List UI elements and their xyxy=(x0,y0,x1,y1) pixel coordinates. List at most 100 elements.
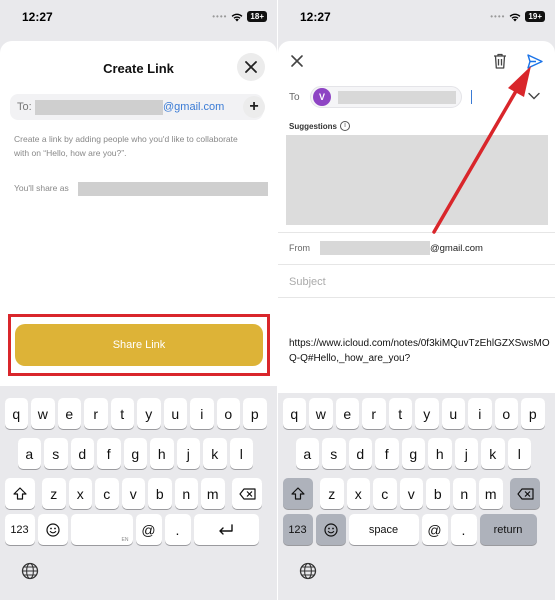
plus-icon: + xyxy=(249,98,259,115)
mail-compose-screen: 12:27 •••• 19+ To V Suggestions i From @… xyxy=(278,0,555,600)
key-t[interactable]: t xyxy=(110,398,134,429)
sender-email-suffix: @gmail.com xyxy=(430,243,483,254)
key-b[interactable]: b xyxy=(148,478,172,509)
key-z[interactable]: z xyxy=(42,478,66,509)
space-key[interactable]: EN xyxy=(70,514,133,545)
key-p[interactable]: p xyxy=(243,398,267,429)
key-d[interactable]: d xyxy=(70,438,94,469)
key-c[interactable]: c xyxy=(373,478,397,509)
keyboard: qwertyuiop asdfghjkl zxcvbnm 123 space @… xyxy=(278,393,555,600)
at-key[interactable]: @ xyxy=(135,514,162,545)
key-l[interactable]: l xyxy=(507,438,531,469)
backspace-key[interactable] xyxy=(510,478,540,509)
key-y[interactable]: y xyxy=(137,398,161,429)
add-person-button[interactable]: + xyxy=(243,96,265,118)
key-x[interactable]: x xyxy=(346,478,370,509)
backspace-icon xyxy=(238,487,256,500)
key-q[interactable]: q xyxy=(4,398,28,429)
globe-icon[interactable] xyxy=(21,562,39,580)
key-y[interactable]: y xyxy=(415,398,439,429)
key-o[interactable]: o xyxy=(494,398,518,429)
key-w[interactable]: w xyxy=(309,398,333,429)
key-j[interactable]: j xyxy=(454,438,478,469)
key-h[interactable]: h xyxy=(428,438,452,469)
key-i[interactable]: i xyxy=(468,398,492,429)
dot-key[interactable]: . xyxy=(164,514,191,545)
shift-icon xyxy=(12,487,27,500)
space-key[interactable]: space xyxy=(348,514,419,545)
keyboard: qwertyuiop asdfghjkl zxcvbnm 123 EN @ . xyxy=(0,386,277,600)
key-r[interactable]: r xyxy=(362,398,386,429)
emoji-key[interactable] xyxy=(315,514,346,545)
subject-field[interactable]: Subject xyxy=(289,276,326,288)
at-key[interactable]: @ xyxy=(421,514,448,545)
suggestions-list xyxy=(286,135,548,225)
trash-icon[interactable] xyxy=(493,53,507,69)
key-r[interactable]: r xyxy=(84,398,108,429)
key-d[interactable]: d xyxy=(348,438,372,469)
key-g[interactable]: g xyxy=(401,438,425,469)
key-x[interactable]: x xyxy=(68,478,92,509)
key-f[interactable]: f xyxy=(97,438,121,469)
globe-icon[interactable] xyxy=(299,562,317,580)
key-f[interactable]: f xyxy=(375,438,399,469)
close-icon[interactable] xyxy=(290,54,304,68)
redacted-sender xyxy=(320,241,430,255)
key-u[interactable]: u xyxy=(163,398,187,429)
signal-icon: •••• xyxy=(490,12,506,21)
signal-icon: •••• xyxy=(212,12,228,21)
wifi-icon xyxy=(232,13,243,21)
key-e[interactable]: e xyxy=(57,398,81,429)
shift-key[interactable] xyxy=(282,478,313,509)
backspace-icon xyxy=(516,487,534,500)
key-s[interactable]: s xyxy=(44,438,68,469)
text-cursor xyxy=(471,90,472,104)
share-link-button[interactable]: Share Link xyxy=(15,324,263,366)
key-u[interactable]: u xyxy=(441,398,465,429)
key-s[interactable]: s xyxy=(322,438,346,469)
key-g[interactable]: g xyxy=(123,438,147,469)
emoji-key[interactable] xyxy=(37,514,68,545)
key-q[interactable]: q xyxy=(282,398,306,429)
key-j[interactable]: j xyxy=(176,438,200,469)
key-z[interactable]: z xyxy=(320,478,344,509)
chevron-down-icon[interactable] xyxy=(528,92,540,100)
numbers-key[interactable]: 123 xyxy=(4,514,35,545)
key-n[interactable]: n xyxy=(174,478,198,509)
dot-key[interactable]: . xyxy=(450,514,477,545)
key-b[interactable]: b xyxy=(426,478,450,509)
key-p[interactable]: p xyxy=(521,398,545,429)
send-icon[interactable] xyxy=(527,54,543,69)
return-key[interactable] xyxy=(193,514,259,545)
key-v[interactable]: v xyxy=(121,478,145,509)
message-body[interactable]: https://www.icloud.com/notes/0f3kiMQuvTz… xyxy=(289,336,551,366)
key-o[interactable]: o xyxy=(216,398,240,429)
key-l[interactable]: l xyxy=(229,438,253,469)
key-m[interactable]: m xyxy=(201,478,225,509)
key-a[interactable]: a xyxy=(295,438,319,469)
key-n[interactable]: n xyxy=(452,478,476,509)
key-v[interactable]: v xyxy=(399,478,423,509)
key-a[interactable]: a xyxy=(17,438,41,469)
backspace-key[interactable] xyxy=(232,478,262,509)
to-field[interactable]: To: @gmail.com xyxy=(10,94,263,120)
redacted-recipient xyxy=(35,100,163,115)
key-c[interactable]: c xyxy=(95,478,119,509)
key-t[interactable]: t xyxy=(388,398,412,429)
key-w[interactable]: w xyxy=(31,398,55,429)
shift-key[interactable] xyxy=(4,478,35,509)
status-time: 12:27 xyxy=(22,10,53,24)
key-h[interactable]: h xyxy=(150,438,174,469)
key-k[interactable]: k xyxy=(203,438,227,469)
from-label: From xyxy=(289,243,310,253)
info-icon[interactable]: i xyxy=(340,121,350,131)
numbers-key[interactable]: 123 xyxy=(282,514,313,545)
separator xyxy=(278,264,555,265)
key-e[interactable]: e xyxy=(335,398,359,429)
recipient-chip[interactable]: V xyxy=(310,86,462,108)
key-k[interactable]: k xyxy=(481,438,505,469)
close-button[interactable] xyxy=(237,53,265,81)
key-i[interactable]: i xyxy=(190,398,214,429)
key-m[interactable]: m xyxy=(479,478,503,509)
return-key[interactable]: return xyxy=(479,514,537,545)
